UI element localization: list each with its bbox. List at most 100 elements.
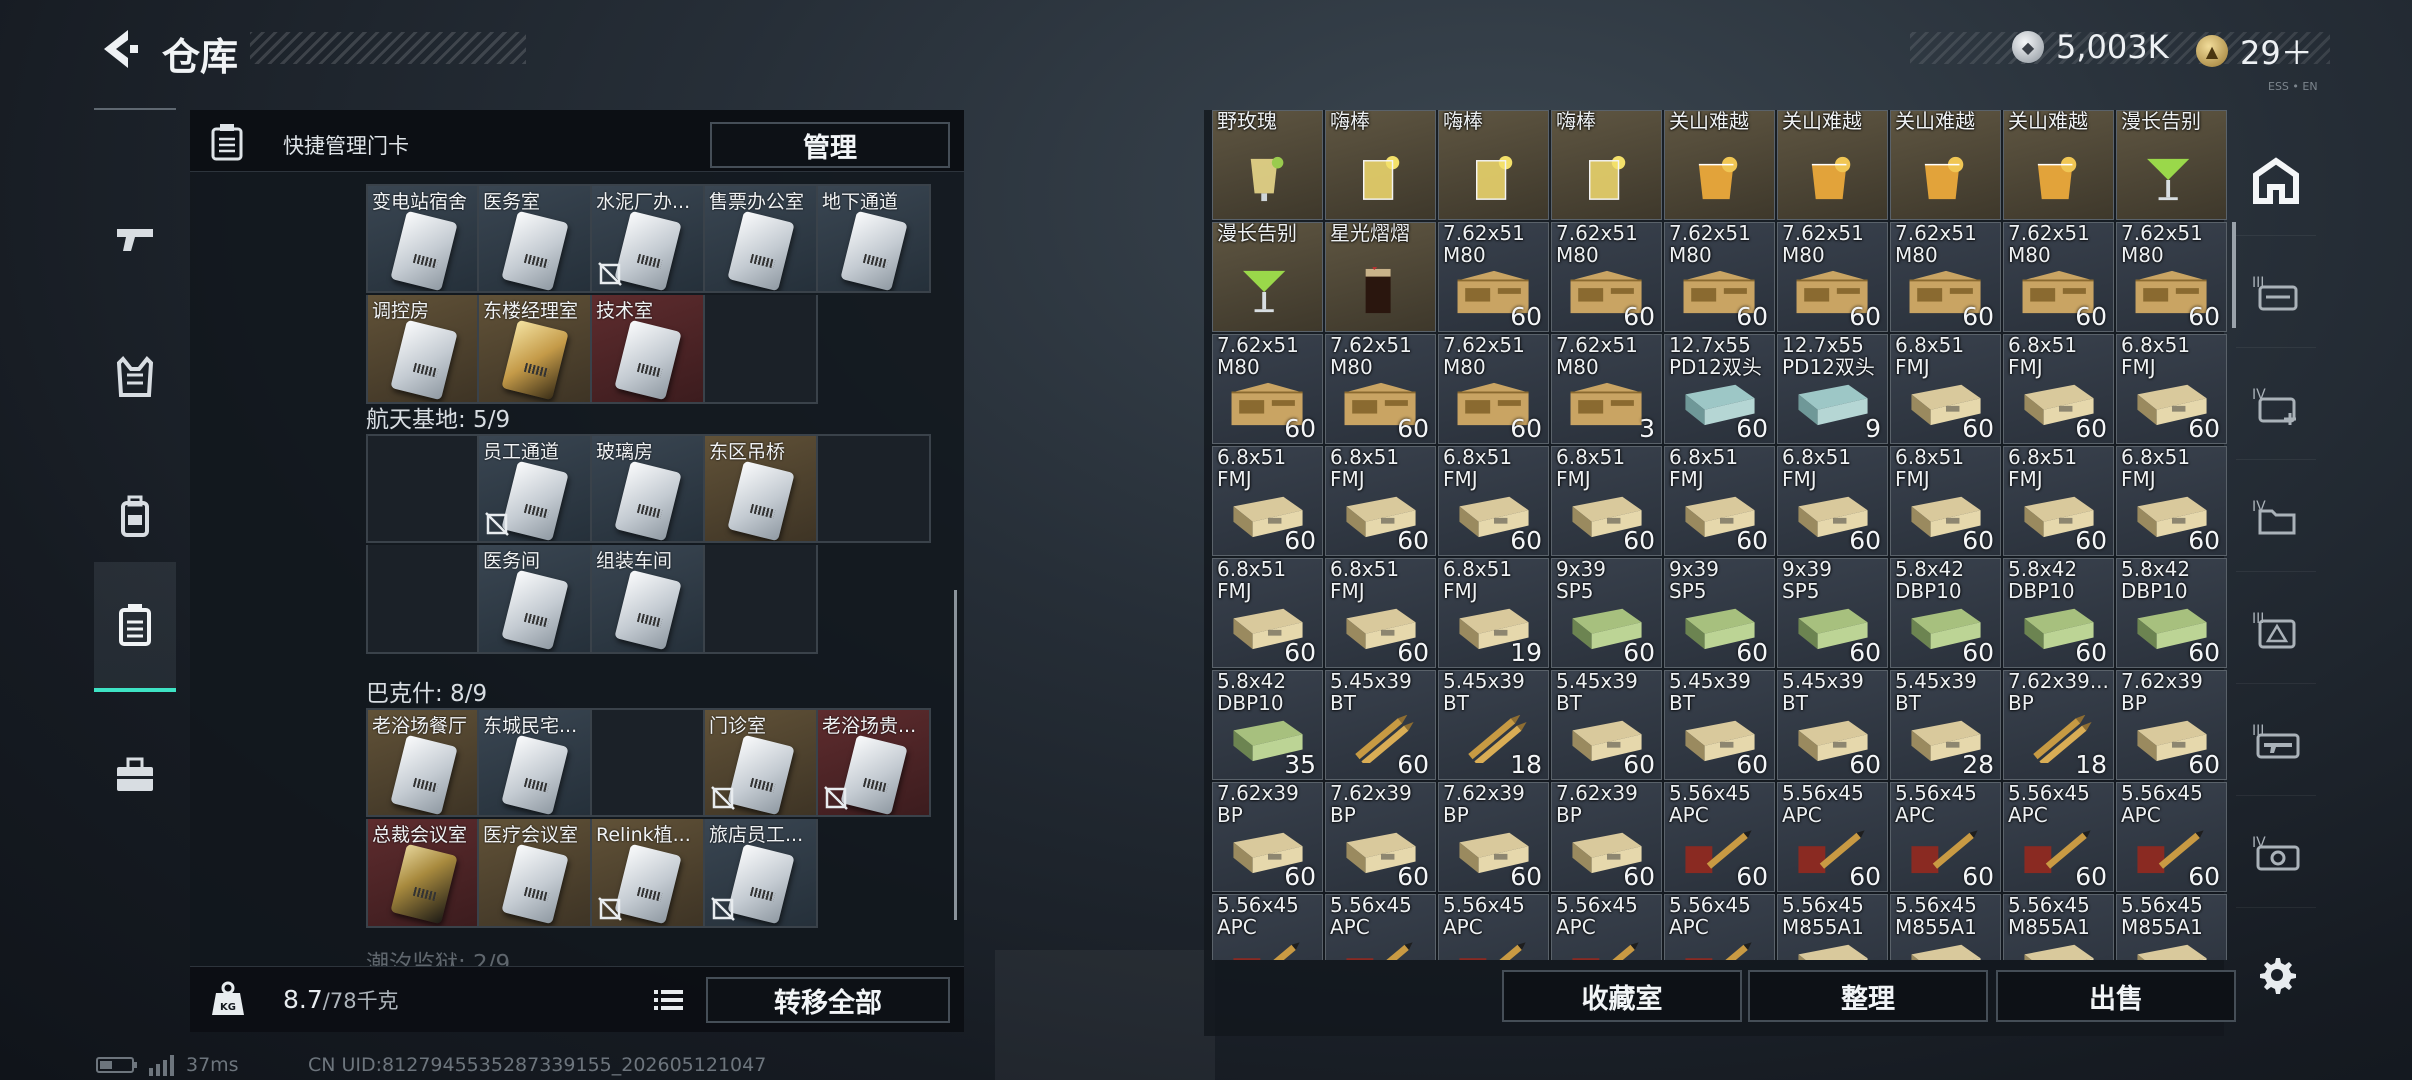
storage-item[interactable]: 5.56x45 APC 60	[2116, 782, 2227, 892]
storage-item[interactable]: 漫长告别	[1212, 222, 1323, 332]
storage-item[interactable]: 7.62x51 M80 60	[1664, 222, 1775, 332]
keycard-slot[interactable]: 东区吊桥	[705, 434, 818, 543]
keycard-slot[interactable]: 旅店员工...	[705, 819, 818, 928]
keycard-slot[interactable]: 医务室	[479, 184, 592, 293]
storage-item[interactable]: 9x39 SP5 60	[1551, 558, 1662, 668]
empty-keycard-slot[interactable]	[366, 545, 479, 654]
storage-item[interactable]: 5.56x45 M855A1	[2116, 894, 2227, 960]
storage-item[interactable]: 漫长告别	[2116, 110, 2227, 220]
keycard-slot[interactable]: 门诊室	[705, 708, 818, 817]
storage-item[interactable]: 5.45x39 BT 60	[1551, 670, 1662, 780]
storage-item[interactable]: 5.56x45 M855A1	[1777, 894, 1888, 960]
storage-item[interactable]: 7.62x39... BP 18	[2003, 670, 2114, 780]
storage-item[interactable]: 9x39 SP5 60	[1777, 558, 1888, 668]
keycard-slot[interactable]: 医务间	[479, 545, 592, 654]
container-tier3-gun-case[interactable]: III	[2236, 686, 2316, 796]
storage-item[interactable]: 关山难越	[2003, 110, 2114, 220]
storage-item[interactable]: 6.8x51 FMJ 60	[2116, 446, 2227, 556]
storage-item[interactable]: 7.62x39 BP 60	[1551, 782, 1662, 892]
nav-weapons[interactable]	[94, 172, 176, 302]
storage-item[interactable]: 6.8x51 FMJ 60	[1890, 334, 2001, 444]
empty-keycard-slot[interactable]	[705, 545, 818, 654]
nav-keycard-case[interactable]	[94, 562, 176, 692]
storage-item[interactable]: 6.8x51 FMJ 60	[1325, 446, 1436, 556]
storage-item[interactable]: 关山难越	[1777, 110, 1888, 220]
storage-item[interactable]: 6.8x51 FMJ 60	[1777, 446, 1888, 556]
storage-item[interactable]: 嗨棒	[1438, 110, 1549, 220]
storage-item[interactable]: 嗨棒	[1325, 110, 1436, 220]
keycard-slot[interactable]: 员工通道	[479, 434, 592, 543]
storage-item[interactable]: 野玫瑰	[1212, 110, 1323, 220]
container-tier4-medical[interactable]: IV	[2236, 350, 2316, 460]
storage-item[interactable]: 7.62x51 M80 3	[1551, 334, 1662, 444]
keycard-slot[interactable]: 老浴场餐厅	[366, 708, 479, 817]
storage-item[interactable]: 5.56x45 APC 60	[2003, 782, 2114, 892]
keycard-slot[interactable]: 售票办公室	[705, 184, 818, 293]
storage-item[interactable]: 9x39 SP5 60	[1664, 558, 1775, 668]
empty-keycard-slot[interactable]	[705, 295, 818, 404]
storage-item[interactable]: 关山难越	[1664, 110, 1775, 220]
storage-item[interactable]: 7.62x51 M80 60	[1551, 222, 1662, 332]
collection-room-button[interactable]: 收藏室	[1502, 970, 1742, 1022]
storage-item[interactable]: 5.56x45 APC	[1325, 894, 1436, 960]
keycard-slot[interactable]: 老浴场贵...	[818, 708, 931, 817]
empty-keycard-slot[interactable]	[366, 434, 479, 543]
list-view-icon[interactable]	[648, 981, 688, 1019]
storage-item[interactable]: 关山难越	[1890, 110, 2001, 220]
storage-item[interactable]: 6.8x51 FMJ 60	[1212, 558, 1323, 668]
container-tier4-gun-case[interactable]: IV	[2236, 798, 2316, 908]
container-tier4-folder[interactable]: IV	[2236, 462, 2316, 572]
storage-item[interactable]: 5.45x39 BT 60	[1777, 670, 1888, 780]
storage-item[interactable]: 7.62x51 M80 60	[1325, 334, 1436, 444]
storage-item[interactable]: 7.62x39 BP 60	[2116, 670, 2227, 780]
storage-item[interactable]: 5.45x39 BT 60	[1664, 670, 1775, 780]
keycard-slot[interactable]: 东楼经理室	[479, 295, 592, 404]
nav-vest[interactable]	[94, 312, 176, 442]
keycard-list[interactable]: 变电站宿舍 医务室 水泥厂办... 售票办公室 地下通道 调控房 东楼经理室 技术室 航天基地:…	[190, 172, 964, 966]
storage-item[interactable]: 7.62x39 BP 60	[1438, 782, 1549, 892]
gold-currency[interactable]: ▲ 29＋	[2196, 28, 2313, 74]
storage-item[interactable]: 7.62x51 M80 60	[1438, 222, 1549, 332]
keycard-slot[interactable]: 东城民宅...	[479, 708, 592, 817]
keycard-slot[interactable]: 水泥厂办...	[592, 184, 705, 293]
storage-item[interactable]: 6.8x51 FMJ 60	[1438, 446, 1549, 556]
storage-item[interactable]: 7.62x51 M80 60	[1890, 222, 2001, 332]
storage-item[interactable]: 5.56x45 M855A1	[1890, 894, 2001, 960]
storage-item[interactable]: 5.56x45 APC 60	[1664, 782, 1775, 892]
storage-item[interactable]: 5.56x45 APC	[1438, 894, 1549, 960]
storage-item[interactable]: 5.56x45 APC 60	[1890, 782, 2001, 892]
nav-toolbox[interactable]	[94, 710, 176, 840]
storage-item[interactable]: 7.62x51 M80 60	[1777, 222, 1888, 332]
sell-button[interactable]: 出售	[1996, 970, 2236, 1022]
storage-item[interactable]: 6.8x51 FMJ 60	[1664, 446, 1775, 556]
storage-item[interactable]: 7.62x51 M80 60	[1438, 334, 1549, 444]
storage-item[interactable]: 12.7x55 PD12双头 60	[1664, 334, 1775, 444]
storage-item[interactable]: 5.56x45 APC	[1212, 894, 1323, 960]
storage-item[interactable]: 5.45x39 BT 28	[1890, 670, 2001, 780]
settings-gear-icon[interactable]	[2256, 954, 2298, 996]
container-tier3-case[interactable]: III	[2236, 238, 2316, 348]
keycard-slot[interactable]: 组装车间	[592, 545, 705, 654]
storage-item[interactable]: 星光熠熠	[1325, 222, 1436, 332]
transfer-all-button[interactable]: 转移全部	[706, 977, 950, 1023]
back-arrow-icon[interactable]	[92, 24, 142, 74]
storage-item[interactable]: 7.62x39 BP 60	[1325, 782, 1436, 892]
keycard-slot[interactable]: 变电站宿舍	[366, 184, 479, 293]
storage-item[interactable]: 5.56x45 M855A1	[2003, 894, 2114, 960]
sort-button[interactable]: 整理	[1748, 970, 1988, 1022]
silver-currency[interactable]: ◆ 5,003K	[2012, 28, 2169, 66]
manage-button[interactable]: 管理	[710, 122, 950, 168]
container-home[interactable]	[2236, 126, 2316, 236]
storage-item[interactable]: 6.8x51 FMJ 60	[2116, 334, 2227, 444]
storage-item[interactable]: 5.45x39 BT 18	[1438, 670, 1549, 780]
keycard-slot[interactable]: 调控房	[366, 295, 479, 404]
storage-item[interactable]: 6.8x51 FMJ 19	[1438, 558, 1549, 668]
storage-item[interactable]: 7.62x39 BP 60	[1212, 782, 1323, 892]
storage-item[interactable]: 6.8x51 FMJ 60	[1212, 446, 1323, 556]
keycard-slot[interactable]: 总裁会议室	[366, 819, 479, 928]
storage-item[interactable]: 6.8x51 FMJ 60	[2003, 334, 2114, 444]
storage-item[interactable]: 6.8x51 FMJ 60	[1890, 446, 2001, 556]
storage-item[interactable]: 5.56x45 APC	[1664, 894, 1775, 960]
storage-item[interactable]: 7.62x51 M80 60	[2116, 222, 2227, 332]
storage-item[interactable]: 6.8x51 FMJ 60	[2003, 446, 2114, 556]
